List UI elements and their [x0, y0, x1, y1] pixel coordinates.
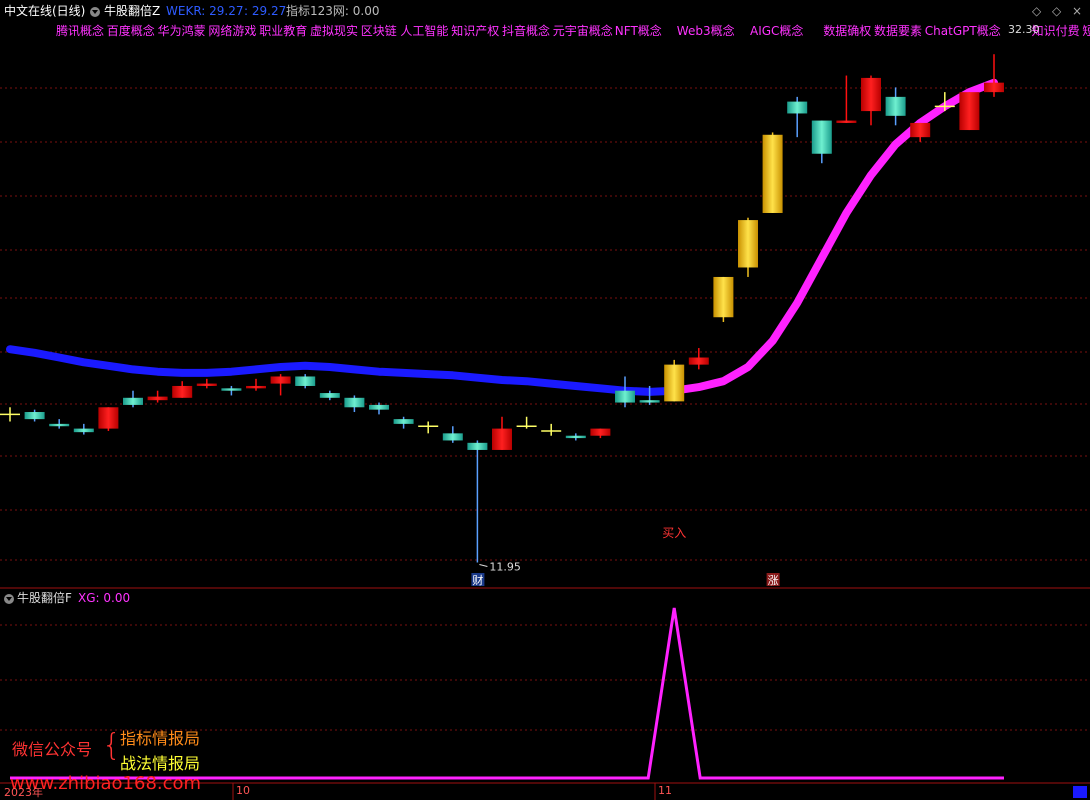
candle-body	[713, 276, 734, 318]
candle-body	[639, 400, 660, 403]
axis-month-oct: 10	[236, 784, 250, 797]
candle-body	[442, 433, 463, 441]
candle-body	[664, 364, 685, 402]
candle-body	[369, 404, 389, 410]
fin-marker: 财	[472, 573, 483, 587]
candle-body	[861, 77, 881, 112]
candle-body	[811, 120, 832, 154]
candle-body	[393, 419, 414, 424]
candle-body	[123, 397, 143, 405]
sub-indicator-name[interactable]: 牛股翻倍F	[17, 590, 72, 606]
candle-body	[959, 92, 980, 131]
xg-value: XG: 0.00	[78, 591, 131, 605]
candle-body	[344, 397, 365, 408]
axis-year: 2023年	[4, 786, 43, 799]
high-price-label: 32.30	[1008, 23, 1040, 36]
candle-body	[787, 101, 808, 114]
rise-marker: 涨	[768, 574, 779, 587]
axis-month-nov: 11	[658, 784, 672, 797]
low-price-pointer	[479, 564, 488, 567]
candle-body	[246, 385, 266, 389]
candle-body	[492, 428, 512, 450]
candle-body	[319, 393, 340, 398]
candle-body	[836, 120, 857, 123]
sub-indicator-menu-icon[interactable]	[4, 590, 14, 606]
candle-body	[467, 442, 488, 450]
candle-body	[565, 435, 586, 439]
watermark-line2: 战法情报局	[120, 754, 201, 773]
candle-body	[762, 134, 783, 213]
candle-body	[98, 407, 119, 429]
low-price-label: 11.95	[489, 560, 521, 573]
wechat-label: 微信公众号	[12, 740, 93, 759]
candle-body	[738, 220, 758, 268]
scroll-corner-button[interactable]	[1073, 786, 1087, 798]
candle-body	[615, 390, 635, 403]
watermark-line1: 指标情报局	[120, 729, 201, 748]
buy-signal-label: 买入	[662, 526, 686, 540]
candle-body	[590, 428, 611, 436]
candle-body	[221, 388, 242, 391]
candle-body	[147, 396, 168, 401]
ma-line-magenta	[670, 78, 998, 395]
brace: {	[102, 728, 122, 763]
candle-body	[295, 376, 316, 386]
candle-body	[270, 376, 291, 384]
candlestick-chart: 11.95 32.30 买入财 涨	[0, 23, 1090, 800]
candle-body	[885, 96, 906, 116]
candle-body	[73, 428, 94, 433]
candle-body	[910, 122, 931, 138]
candle-body	[196, 383, 217, 386]
candle-body	[984, 82, 1004, 93]
candle-body	[49, 423, 70, 427]
candle-body	[24, 412, 45, 420]
candle-body	[688, 357, 709, 365]
candle-body	[172, 385, 193, 398]
ma-line-blue	[6, 345, 679, 396]
